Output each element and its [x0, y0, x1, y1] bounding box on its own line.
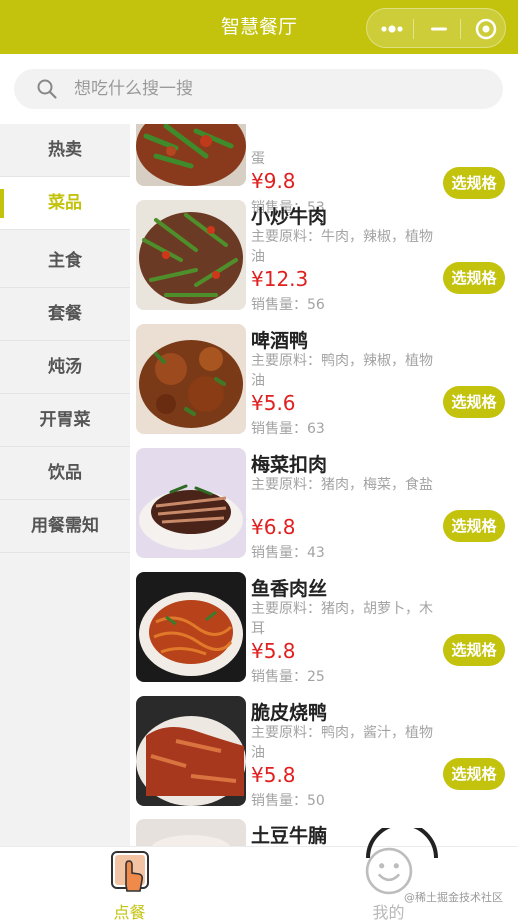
- dish-description: 主要原料：鸭肉，辣椒，植物油: [251, 353, 433, 389]
- list-item[interactable]: 土豆牛腩: [130, 819, 518, 846]
- dish-image: [136, 819, 246, 846]
- dish-description: 蛋: [251, 151, 265, 167]
- dish-list: 蛋 ¥9.8 销售量：53 选规格 小炒牛肉 主要原料：牛肉，辣椒，植物油 ¥1…: [130, 124, 518, 846]
- order-hand-icon: [111, 851, 149, 892]
- sidebar-item-drinks[interactable]: 饮品: [0, 447, 130, 500]
- sidebar-item-hot[interactable]: 热卖: [0, 124, 130, 177]
- select-spec-button[interactable]: 选规格: [443, 262, 505, 294]
- dish-description: 主要原料：猪肉，梅菜，食盐: [251, 477, 433, 493]
- sidebar-item-notice[interactable]: 用餐需知: [0, 500, 130, 553]
- dish-image: [136, 200, 246, 310]
- more-icon[interactable]: [377, 17, 407, 41]
- tab-bar: 点餐 我的: [0, 846, 518, 920]
- sidebar-item-combo[interactable]: 套餐: [0, 288, 130, 341]
- dish-image: [136, 448, 246, 558]
- select-spec-button[interactable]: 选规格: [443, 758, 505, 790]
- dish-description: 主要原料：猪肉，胡萝卜，木耳: [251, 601, 433, 637]
- minimize-icon[interactable]: [424, 17, 454, 41]
- tab-label: 点餐: [113, 903, 146, 920]
- dish-sales: 销售量：63: [251, 421, 325, 437]
- select-spec-button[interactable]: 选规格: [443, 634, 505, 666]
- dish-description: 主要原料：鸭肉，酱汁，植物油: [251, 725, 433, 761]
- dish-price: ¥6.8: [251, 515, 296, 539]
- capsule-divider: [460, 19, 461, 39]
- category-sidebar: 热卖 菜品 主食 套餐 炖汤 开胃菜 饮品 用餐需知: [0, 124, 130, 846]
- dish-name: 土豆牛腩: [251, 825, 328, 846]
- dish-price: ¥5.8: [251, 763, 296, 787]
- dish-name: 小炒牛肉: [251, 206, 328, 228]
- dish-price: ¥12.3: [251, 267, 309, 291]
- dish-sales: 销售量：25: [251, 669, 325, 685]
- select-spec-button[interactable]: 选规格: [443, 167, 505, 199]
- search-placeholder: 想吃什么搜一搜: [74, 79, 193, 99]
- dish-name: 啤酒鸭: [251, 330, 309, 352]
- search-input[interactable]: 想吃什么搜一搜: [14, 69, 503, 109]
- capsule-divider: [413, 19, 414, 39]
- dish-image: [136, 324, 246, 434]
- dish-name: 梅菜扣肉: [251, 454, 328, 476]
- list-item[interactable]: 鱼香肉丝 主要原料：猪肉，胡萝卜，木耳 ¥5.8 销售量：25 选规格: [130, 572, 518, 696]
- tab-order[interactable]: 点餐: [0, 847, 259, 920]
- dish-image: [136, 696, 246, 806]
- capsule-menu: [366, 8, 506, 48]
- search-icon: [37, 79, 57, 99]
- list-item[interactable]: 梅菜扣肉 主要原料：猪肉，梅菜，食盐 ¥6.8 销售量：43 选规格: [130, 448, 518, 572]
- dish-image: [136, 572, 246, 682]
- dish-name: 鱼香肉丝: [251, 578, 328, 600]
- select-spec-button[interactable]: 选规格: [443, 510, 505, 542]
- dish-sales: 销售量：50: [251, 793, 325, 809]
- sidebar-item-appetizer[interactable]: 开胃菜: [0, 394, 130, 447]
- dish-image: [136, 124, 246, 186]
- dish-price: ¥5.6: [251, 391, 296, 415]
- sidebar-item-dishes[interactable]: 菜品: [0, 177, 130, 230]
- list-item[interactable]: 小炒牛肉 主要原料：牛肉，辣椒，植物油 ¥12.3 销售量：56 选规格: [130, 200, 518, 324]
- dish-sales: 销售量：56: [251, 297, 325, 313]
- select-spec-button[interactable]: 选规格: [443, 386, 505, 418]
- list-item[interactable]: 脆皮烧鸭 主要原料：鸭肉，酱汁，植物油 ¥5.8 销售量：50 选规格: [130, 696, 518, 820]
- watermark-text: @稀土掘金技术社区: [404, 891, 503, 904]
- close-target-icon[interactable]: [471, 17, 501, 41]
- list-item[interactable]: 啤酒鸭 主要原料：鸭肉，辣椒，植物油 ¥5.6 销售量：63 选规格: [130, 324, 518, 448]
- floating-cart-icon[interactable]: [366, 828, 438, 858]
- dish-price: ¥5.8: [251, 639, 296, 663]
- dish-name: 脆皮烧鸭: [251, 702, 328, 724]
- dish-sales: 销售量：43: [251, 545, 325, 561]
- list-item[interactable]: 蛋 ¥9.8 销售量：53 选规格: [130, 124, 518, 216]
- dish-price: ¥9.8: [251, 169, 296, 193]
- search-area: 想吃什么搜一搜: [0, 54, 518, 124]
- nav-bar: 智慧餐厅: [0, 0, 518, 54]
- dish-description: 主要原料：牛肉，辣椒，植物油: [251, 229, 433, 265]
- sidebar-item-soup[interactable]: 炖汤: [0, 341, 130, 394]
- sidebar-item-staple[interactable]: 主食: [0, 235, 130, 288]
